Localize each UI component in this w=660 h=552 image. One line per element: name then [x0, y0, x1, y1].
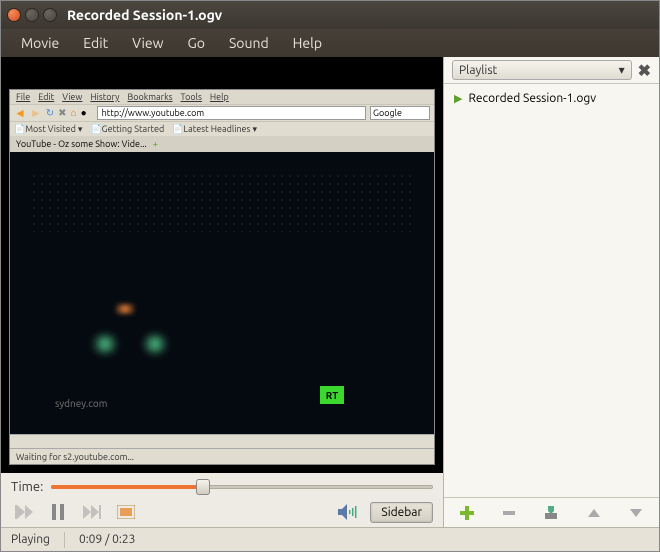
app-window: Recorded Session-1.ogv Movie Edit View G…: [0, 0, 660, 552]
bm-help: Help: [210, 92, 229, 102]
plus-icon: [460, 506, 474, 520]
time-row: Time:: [11, 479, 433, 495]
status-separator: [64, 532, 65, 548]
bm-file: File: [16, 92, 30, 102]
pause-button[interactable]: [45, 501, 71, 523]
playing-icon: ▶: [454, 92, 462, 105]
chevron-down-icon: ▾: [619, 63, 625, 77]
volume-icon: [338, 503, 360, 521]
playlist-remove-button[interactable]: [501, 505, 517, 521]
playlist-item[interactable]: ▶ Recorded Session-1.ogv: [444, 88, 659, 109]
glow-1: [90, 334, 120, 354]
volume-button[interactable]: [336, 501, 362, 523]
playback-state: Playing: [11, 533, 50, 546]
recorded-browser: File Edit View History Bookmarks Tools H…: [9, 89, 435, 465]
glow-2: [140, 334, 170, 354]
bookmark-bar: 📄Most Visited ▾ 📄Getting Started 📄Latest…: [10, 122, 434, 136]
player-controls: Time:: [1, 473, 443, 527]
video-display[interactable]: File Edit View History Bookmarks Tools H…: [1, 57, 443, 473]
close-button[interactable]: [7, 8, 21, 22]
video-pane: File Edit View History Bookmarks Tools H…: [1, 57, 443, 527]
fwd-icon: ►: [30, 106, 42, 120]
button-row: Sidebar: [11, 501, 433, 523]
fullscreen-icon: [117, 505, 135, 519]
content-area: File Edit View History Bookmarks Tools H…: [1, 57, 659, 527]
browser-tab: YouTube - Oz some Show: Vide... +: [10, 136, 434, 152]
playlist-item-name: Recorded Session-1.ogv: [468, 92, 596, 105]
playlist-list: ▶ Recorded Session-1.ogv: [444, 83, 659, 497]
menu-view[interactable]: View: [120, 31, 175, 55]
chevron-down-icon: [630, 509, 642, 517]
playlist-save-button[interactable]: [543, 505, 559, 521]
address-bar: http://www.youtube.com: [97, 106, 366, 120]
seek-slider[interactable]: [51, 479, 433, 495]
maximize-button[interactable]: [43, 8, 57, 22]
bm-latest: 📄Latest Headlines ▾: [172, 124, 257, 135]
slider-thumb[interactable]: [196, 479, 210, 495]
bm-edit: Edit: [38, 92, 54, 102]
minimize-button[interactable]: [25, 8, 39, 22]
time-label: Time:: [11, 480, 43, 494]
addtab-icon: +: [153, 139, 158, 149]
playlist-label: Playlist: [459, 64, 497, 77]
rt-logo: RT: [320, 386, 344, 404]
menu-help[interactable]: Help: [281, 31, 334, 55]
menu-sound[interactable]: Sound: [217, 31, 281, 55]
sydney-watermark: sydney.com: [55, 398, 107, 409]
fireworks: [110, 304, 140, 314]
browser-scrollbar: [10, 434, 434, 448]
reload-icon: ↻: [46, 107, 54, 119]
feed-icon: ●: [81, 107, 93, 119]
slider-fill: [51, 485, 200, 489]
window-title: Recorded Session-1.ogv: [67, 7, 222, 23]
bm-tools: Tools: [181, 92, 202, 102]
bm-view: View: [62, 92, 82, 102]
skip-forward-icon: [83, 505, 101, 519]
playback-time: 0:09 / 0:23: [79, 533, 135, 546]
playlist-add-button[interactable]: [459, 505, 475, 521]
city-lights: [30, 172, 414, 232]
menubar: Movie Edit View Go Sound Help: [1, 29, 659, 57]
statusbar: Playing 0:09 / 0:23: [1, 527, 659, 551]
playlist-close-button[interactable]: ✖: [638, 61, 651, 80]
browser-toolbar: ◄ ► ↻ ✖ ⌂ ● http://www.youtube.com Googl…: [10, 104, 434, 122]
tab-label: YouTube - Oz some Show: Vide...: [16, 139, 147, 149]
fullscreen-button[interactable]: [113, 501, 139, 523]
home-icon: ⌂: [71, 107, 77, 119]
previous-button[interactable]: [11, 501, 37, 523]
skip-back-icon: [15, 505, 33, 519]
menu-edit[interactable]: Edit: [71, 31, 120, 55]
url-text: http://www.youtube.com: [102, 108, 205, 118]
playlist-toolbar: [444, 497, 659, 527]
bm-getting: 📄Getting Started: [90, 124, 164, 135]
back-icon: ◄: [14, 106, 26, 120]
chevron-up-icon: [588, 509, 600, 517]
playlist-dropdown[interactable]: Playlist ▾: [452, 60, 632, 80]
browser-menu: File Edit View History Bookmarks Tools H…: [10, 90, 434, 104]
window-buttons: [7, 8, 57, 22]
playlist-movedown-button[interactable]: [628, 505, 644, 521]
embedded-video: RT sydney.com: [10, 152, 434, 434]
bm-bookmarks: Bookmarks: [127, 92, 172, 102]
menu-movie[interactable]: Movie: [9, 31, 71, 55]
menu-go[interactable]: Go: [175, 31, 216, 55]
playlist-sidebar: Playlist ▾ ✖ ▶ Recorded Session-1.ogv: [443, 57, 659, 527]
playlist-moveup-button[interactable]: [586, 505, 602, 521]
save-icon: [544, 506, 558, 520]
sidebar-toggle-button[interactable]: Sidebar: [370, 502, 433, 523]
minus-icon: [502, 506, 516, 520]
bm-mostvisited: 📄Most Visited ▾: [14, 124, 82, 135]
playlist-header: Playlist ▾ ✖: [444, 57, 659, 83]
search-box: Google: [370, 106, 430, 120]
titlebar: Recorded Session-1.ogv: [1, 1, 659, 29]
next-button[interactable]: [79, 501, 105, 523]
browser-status: Waiting for s2.youtube.com...: [10, 448, 434, 464]
stop-icon: ✖: [58, 107, 66, 119]
bm-history: History: [90, 92, 119, 102]
pause-icon: [51, 504, 65, 520]
